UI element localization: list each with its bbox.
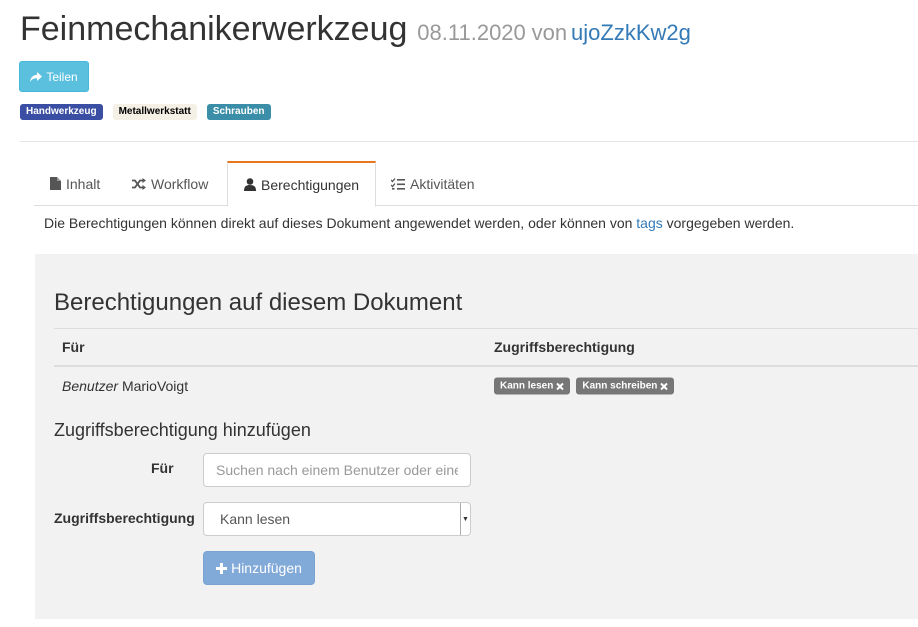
tag-schrauben[interactable]: Schrauben xyxy=(206,104,271,120)
access-select-value: Kann lesen xyxy=(220,511,291,527)
tab-berechtigungen-label: Berechtigungen xyxy=(261,176,360,193)
plus-icon xyxy=(216,562,228,574)
table-header: Für Zugriffsberechtigung xyxy=(54,328,918,367)
author-link[interactable]: ujoZzkKw2g xyxy=(571,20,691,45)
permissions-title: Berechtigungen auf diesem Dokument xyxy=(54,289,463,316)
remove-write-icon[interactable] xyxy=(660,382,669,390)
for-label: Für xyxy=(151,460,174,476)
add-permission-title: Zugriffsberechtigung hinzufügen xyxy=(54,420,311,440)
user-icon xyxy=(244,178,256,191)
table-row: Benutzer MarioVoigt Kann lesen Kann schr… xyxy=(54,367,918,405)
document-by: von xyxy=(531,20,568,45)
access-label: Zugriffsberechtigung xyxy=(54,510,195,526)
tags-link[interactable]: tags xyxy=(636,215,662,231)
tag-metallwerkstatt[interactable]: Metallwerkstatt xyxy=(112,104,197,120)
access-select[interactable]: Kann lesen ▼ xyxy=(203,502,471,536)
column-header-zugriff: Zugriffsberechtigung xyxy=(494,339,635,355)
page-header: Feinmechanikerwerkzeug 08.11.2020 von uj… xyxy=(20,10,691,49)
permission-badge-read: Kann lesen xyxy=(494,377,571,395)
chevron-down-icon: ▼ xyxy=(460,503,470,535)
file-icon xyxy=(50,177,61,190)
permissions-panel: Berechtigungen auf diesem Dokument Für Z… xyxy=(35,254,918,619)
permission-badge-write: Kann schreiben xyxy=(576,377,675,395)
tab-berechtigungen[interactable]: Berechtigungen xyxy=(227,161,377,207)
checklist-icon xyxy=(391,177,405,190)
share-icon xyxy=(30,71,43,82)
divider xyxy=(20,141,918,142)
remove-read-icon[interactable] xyxy=(556,382,565,390)
subject-type: Benutzer xyxy=(62,378,119,394)
permission-badges: Kann lesen Kann schreiben xyxy=(494,377,675,395)
add-permission-button[interactable]: Hinzufügen xyxy=(203,551,315,585)
tab-inhalt[interactable]: Inhalt xyxy=(34,161,116,206)
tab-workflow-label: Workflow xyxy=(151,175,209,192)
tab-aktivitaeten[interactable]: Aktivitäten xyxy=(375,161,491,206)
add-button-label: Hinzufügen xyxy=(231,560,302,576)
tag-handwerkzeug[interactable]: Handwerkzeug xyxy=(20,104,103,120)
document-title: Feinmechanikerwerkzeug xyxy=(20,10,408,48)
document-date: 08.11.2020 xyxy=(417,20,526,45)
permission-subject: Benutzer MarioVoigt xyxy=(62,378,188,394)
user-search-input[interactable] xyxy=(203,453,471,487)
tab-aktivitaeten-label: Aktivitäten xyxy=(410,175,475,192)
tab-bar: Inhalt Workflow Berechtigungen Aktivität… xyxy=(34,161,918,207)
column-header-fuer: Für xyxy=(62,339,85,355)
shuffle-icon xyxy=(132,177,146,190)
tab-workflow[interactable]: Workflow xyxy=(116,161,224,206)
share-button[interactable]: Teilen xyxy=(19,61,89,92)
share-button-label: Teilen xyxy=(46,69,78,84)
tag-list: Handwerkzeug Metallwerkstatt Schrauben xyxy=(20,104,271,120)
subject-name: MarioVoigt xyxy=(121,378,189,394)
tab-inhalt-label: Inhalt xyxy=(66,175,101,192)
permissions-description: Die Berechtigungen können direkt auf die… xyxy=(44,215,795,231)
